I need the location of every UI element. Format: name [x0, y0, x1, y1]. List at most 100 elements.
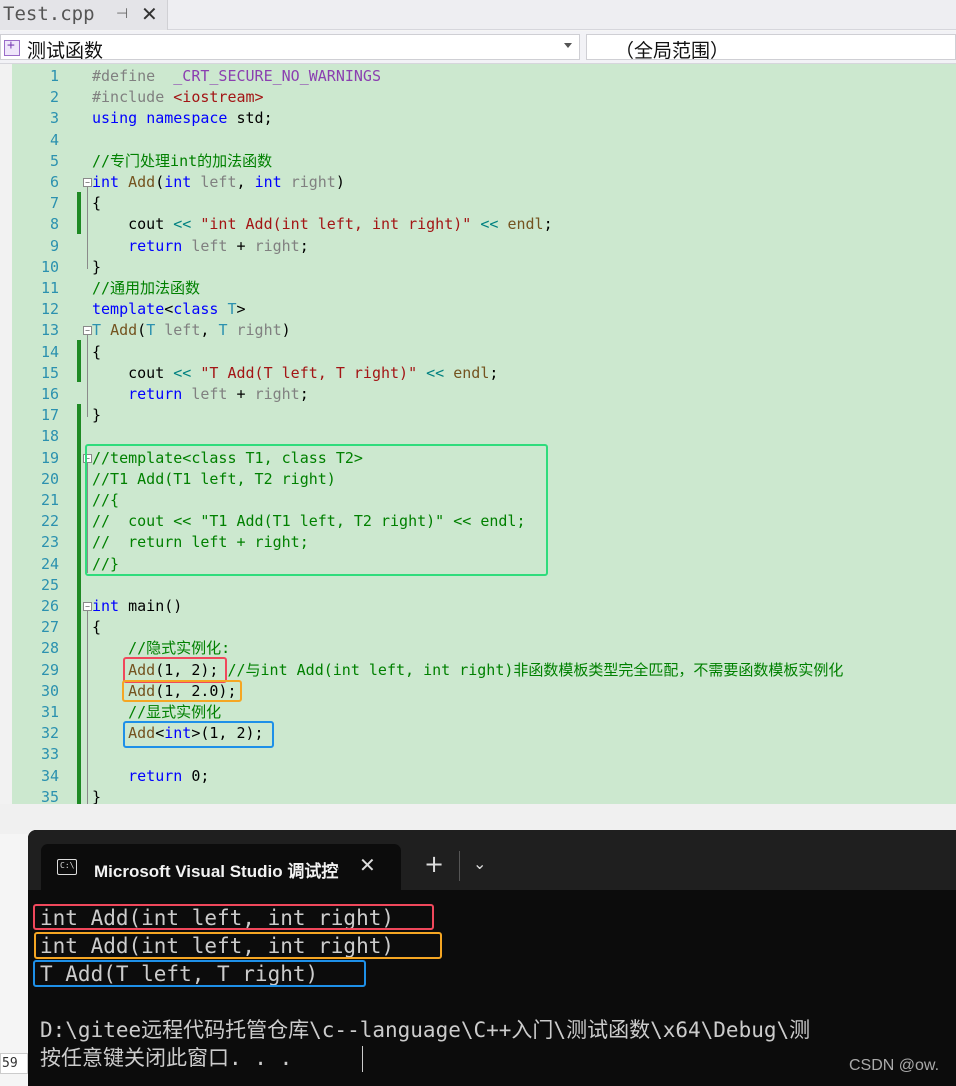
code-text: { [92, 618, 102, 637]
line-number: 9 [49, 236, 59, 255]
close-icon[interactable]: ✕ [141, 2, 158, 26]
code-line[interactable]: 2 #include <iostream> [0, 87, 956, 108]
code-text: { [92, 194, 102, 213]
add-tab-icon[interactable]: + [424, 852, 444, 876]
line-number: 2 [49, 88, 59, 107]
divider [459, 851, 460, 881]
line-number: 11 [40, 279, 59, 297]
chevron-down-icon[interactable] [564, 43, 572, 48]
line-number: 21 [40, 491, 59, 509]
line-number: 20 [40, 469, 59, 488]
code-line[interactable]: 15 cout << "T Add(T left, T right)" << e… [0, 363, 956, 384]
code-text: } [92, 257, 102, 276]
code-line[interactable]: 27 { [0, 617, 956, 638]
code-text: #include <iostream> [92, 88, 264, 107]
code-line[interactable]: 14 { [0, 342, 956, 363]
line-number: 31 [40, 703, 59, 721]
code-text: //专门处理int的加法函数 [92, 151, 273, 170]
code-line[interactable]: 25 [0, 575, 956, 596]
line-number: 33 [40, 745, 59, 764]
code-line[interactable]: 17} [0, 405, 956, 426]
line-number: 8 [49, 215, 59, 234]
document-tab-strip: Test.cpp ⊣ ✕ [0, 0, 956, 30]
code-text: return 0; [128, 766, 210, 785]
scope-dropdown-value: （全局范围） [615, 40, 730, 62]
code-line[interactable]: 13 − T Add(T left, T right) [0, 320, 956, 341]
debug-console-window[interactable]: C:\ Microsoft Visual Studio 调试控制台 ✕ + ⌄ … [28, 830, 956, 1086]
line-number: 19 [40, 448, 59, 467]
line-number: 12 [40, 300, 59, 319]
line-number: 26 [40, 597, 59, 615]
code-text: return left + right; [128, 385, 309, 403]
code-line[interactable]: 10} [0, 257, 956, 278]
line-number: 32 [40, 724, 59, 743]
code-line[interactable]: 12 template<class T> [0, 299, 956, 320]
code-line[interactable]: 31 //显式实例化 [0, 702, 956, 723]
zoom-level[interactable]: 59 [0, 1053, 28, 1074]
code-line[interactable]: 9 return left + right; [0, 236, 956, 257]
code-line[interactable]: 6 − int Add(int left, int right) [0, 172, 956, 193]
terminal-icon: C:\ [57, 859, 77, 875]
console-tab[interactable]: C:\ Microsoft Visual Studio 调试控制台 ✕ [41, 844, 401, 890]
member-dropdown-value: 测试函数 [27, 40, 104, 62]
line-number: 27 [40, 618, 59, 637]
code-line[interactable]: 8 cout << "int Add(int left, int right)"… [0, 214, 956, 235]
code-text: int Add(int left, int right) [92, 173, 345, 191]
code-line[interactable]: 1 #define _CRT_SECURE_NO_WARNINGS [0, 66, 956, 87]
code-line[interactable]: 7{ [0, 193, 956, 214]
line-number: 4 [49, 130, 59, 149]
line-number: 23 [40, 533, 59, 552]
console-output-line: D:\gitee远程代码托管仓库\c--language\C++入门\测试函数\… [40, 1018, 811, 1042]
code-text: return left + right; [128, 236, 309, 255]
line-number: 13 [40, 321, 59, 340]
navigation-bar: + 测试函数 （全局范围） [0, 31, 956, 64]
line-number: 25 [40, 575, 59, 594]
line-number: 3 [49, 109, 59, 128]
member-dropdown[interactable]: + 测试函数 [0, 34, 580, 62]
line-number: 15 [40, 363, 59, 382]
pin-icon[interactable]: ⊣ [116, 6, 128, 22]
code-text: } [92, 406, 102, 425]
code-text: //通用加法函数 [92, 279, 201, 297]
code-line[interactable]: 4 [0, 130, 956, 151]
code-text: cout << "T Add(T left, T right)" << endl… [128, 363, 499, 382]
collapse-icon[interactable]: − [83, 602, 92, 611]
line-number: 16 [40, 385, 59, 403]
line-number: 28 [40, 639, 59, 658]
watermark: CSDN @ow. [849, 1057, 940, 1074]
code-line[interactable]: 3 using namespace std; [0, 108, 956, 129]
highlight-box-commented-template [85, 444, 548, 576]
tab-test-cpp[interactable]: Test.cpp ⊣ ✕ [0, 0, 168, 30]
line-number: 17 [40, 406, 59, 425]
highlight-box-add-int [123, 721, 274, 748]
line-number: 5 [49, 151, 59, 170]
tab-title: Test.cpp [3, 3, 95, 25]
scope-dropdown[interactable]: （全局范围） [586, 34, 956, 62]
highlight-box-output-3 [33, 960, 366, 987]
code-line[interactable]: 34 return 0; [0, 766, 956, 787]
line-number: 30 [40, 681, 59, 700]
code-line[interactable]: 16 return left + right; [0, 384, 956, 405]
line-number: 22 [40, 512, 59, 531]
text-cursor [362, 1046, 363, 1072]
console-tab-title: Microsoft Visual Studio 调试控制台 [94, 862, 339, 881]
line-number: 24 [40, 554, 59, 573]
code-line[interactable]: 11 //通用加法函数 [0, 278, 956, 299]
chevron-down-icon[interactable]: ⌄ [473, 854, 486, 873]
collapse-icon[interactable]: − [83, 326, 92, 336]
code-text: using namespace std; [92, 109, 273, 128]
close-icon[interactable]: ✕ [359, 853, 376, 877]
line-number: 6 [49, 173, 59, 191]
function-icon: + [4, 38, 20, 56]
console-output-line: 按任意键关闭此窗口. . . [40, 1046, 293, 1070]
code-editor[interactable]: 1 #define _CRT_SECURE_NO_WARNINGS 2 #includ… [0, 64, 956, 834]
code-line[interactable]: 26 − int main() [0, 596, 956, 617]
code-text: //显式实例化 [128, 703, 222, 721]
code-line[interactable]: 5 //专门处理int的加法函数 [0, 151, 956, 172]
code-text: int main() [92, 597, 183, 615]
collapse-icon[interactable]: − [83, 178, 92, 187]
line-number: 7 [49, 194, 59, 213]
console-titlebar: C:\ Microsoft Visual Studio 调试控制台 ✕ + ⌄ [28, 830, 956, 890]
line-number: 34 [40, 766, 59, 785]
line-number: 18 [40, 427, 59, 446]
